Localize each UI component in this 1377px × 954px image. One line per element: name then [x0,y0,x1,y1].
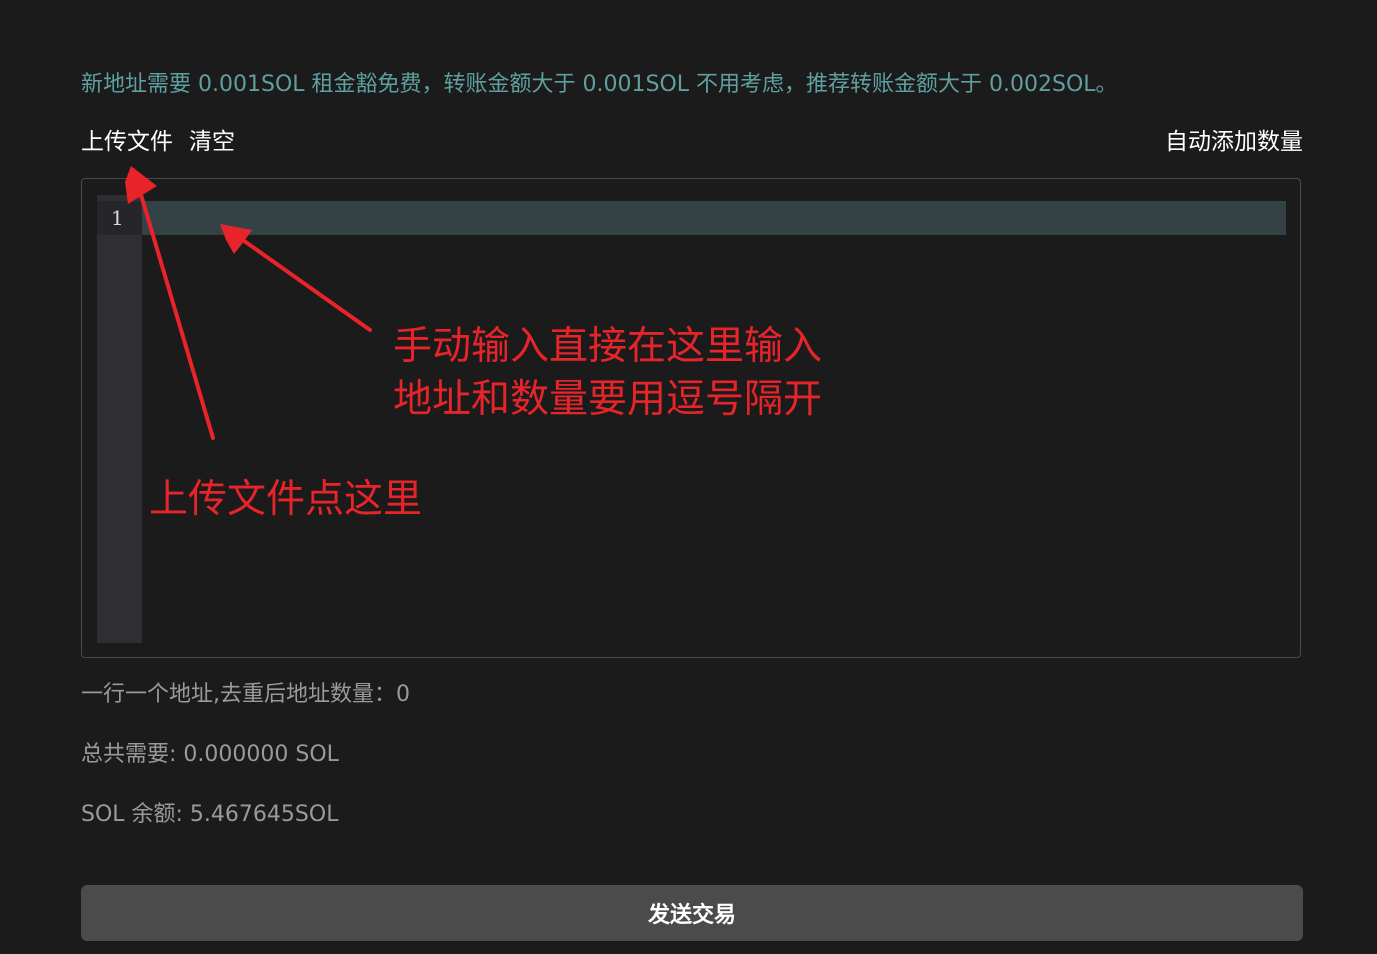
toolbar-left: 上传文件 清空 [81,122,235,156]
annotation-manual-line1: 手动输入直接在这里输入 [393,324,823,369]
annotation-upload-hint: 上传文件点这里 [149,477,423,522]
line-number: 1 [97,201,142,235]
send-transaction-button[interactable]: 发送交易 [81,885,1303,941]
active-line[interactable] [142,201,1286,235]
rent-notice: 新地址需要 0.001SOL 租金豁免费，转账金额大于 0.001SOL 不用考… [81,72,1118,97]
page: 新地址需要 0.001SOL 租金豁免费，转账金额大于 0.001SOL 不用考… [0,0,1377,954]
line-gutter: 1 [97,195,142,643]
upload-file-button[interactable]: 上传文件 [81,122,173,156]
address-count-text: 一行一个地址,去重后地址数量：0 [81,682,410,707]
total-needed-text: 总共需要: 0.000000 SOL [81,742,339,767]
clear-button[interactable]: 清空 [189,122,235,156]
sol-balance-text: SOL 余额: 5.467645SOL [81,802,339,827]
annotation-manual-line2: 地址和数量要用逗号隔开 [393,377,823,422]
auto-add-amount-button[interactable]: 自动添加数量 [1165,122,1303,156]
